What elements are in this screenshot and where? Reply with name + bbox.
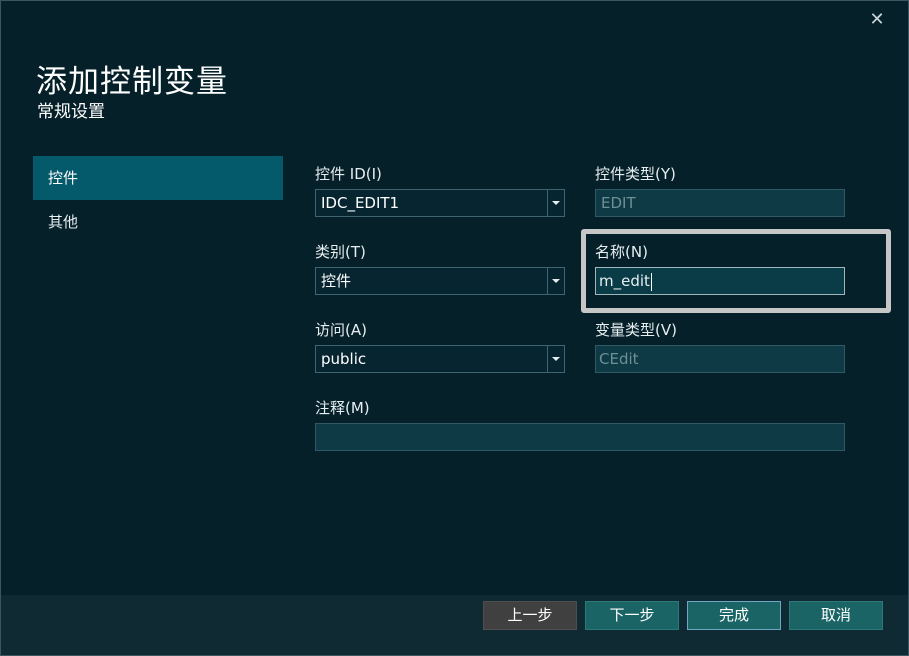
name-label: 名称(N) [595,243,648,261]
comment-label: 注释(M) [315,399,370,417]
chevron-down-icon[interactable] [547,190,564,216]
control-id-label: 控件 ID(I) [315,165,382,183]
dialog-title: 添加控制变量 [36,64,228,100]
chevron-down-icon[interactable] [547,346,564,372]
control-id-combobox[interactable]: IDC_EDIT1 [315,189,565,217]
access-value: public [321,350,367,368]
control-type-value: EDIT [601,194,636,212]
category-label: 类别(T) [315,243,366,261]
category-value: 控件 [321,272,352,290]
text-caret [650,272,652,291]
close-icon[interactable]: ✕ [867,10,887,30]
nav-item-other[interactable]: 其他 [33,200,283,244]
name-value: m_edit [599,272,650,290]
prev-button[interactable]: 上一步 [483,601,577,630]
nav-item-control[interactable]: 控件 [33,156,283,200]
chevron-down-icon[interactable] [547,268,564,294]
next-button[interactable]: 下一步 [585,601,679,630]
variable-type-value: CEdit [599,350,639,368]
finish-button[interactable]: 完成 [687,601,781,630]
control-id-value: IDC_EDIT1 [321,194,400,212]
comment-input[interactable] [315,423,845,451]
control-type-field: EDIT [595,189,845,217]
category-combobox[interactable]: 控件 [315,267,565,295]
access-combobox[interactable]: public [315,345,565,373]
variable-type-field: CEdit [595,345,845,373]
access-label: 访问(A) [315,321,367,339]
dialog-subtitle: 常规设置 [37,102,105,122]
control-type-label: 控件类型(Y) [595,165,676,183]
name-input[interactable]: m_edit [595,267,845,295]
variable-type-label: 变量类型(V) [595,321,677,339]
cancel-button[interactable]: 取消 [789,601,883,630]
